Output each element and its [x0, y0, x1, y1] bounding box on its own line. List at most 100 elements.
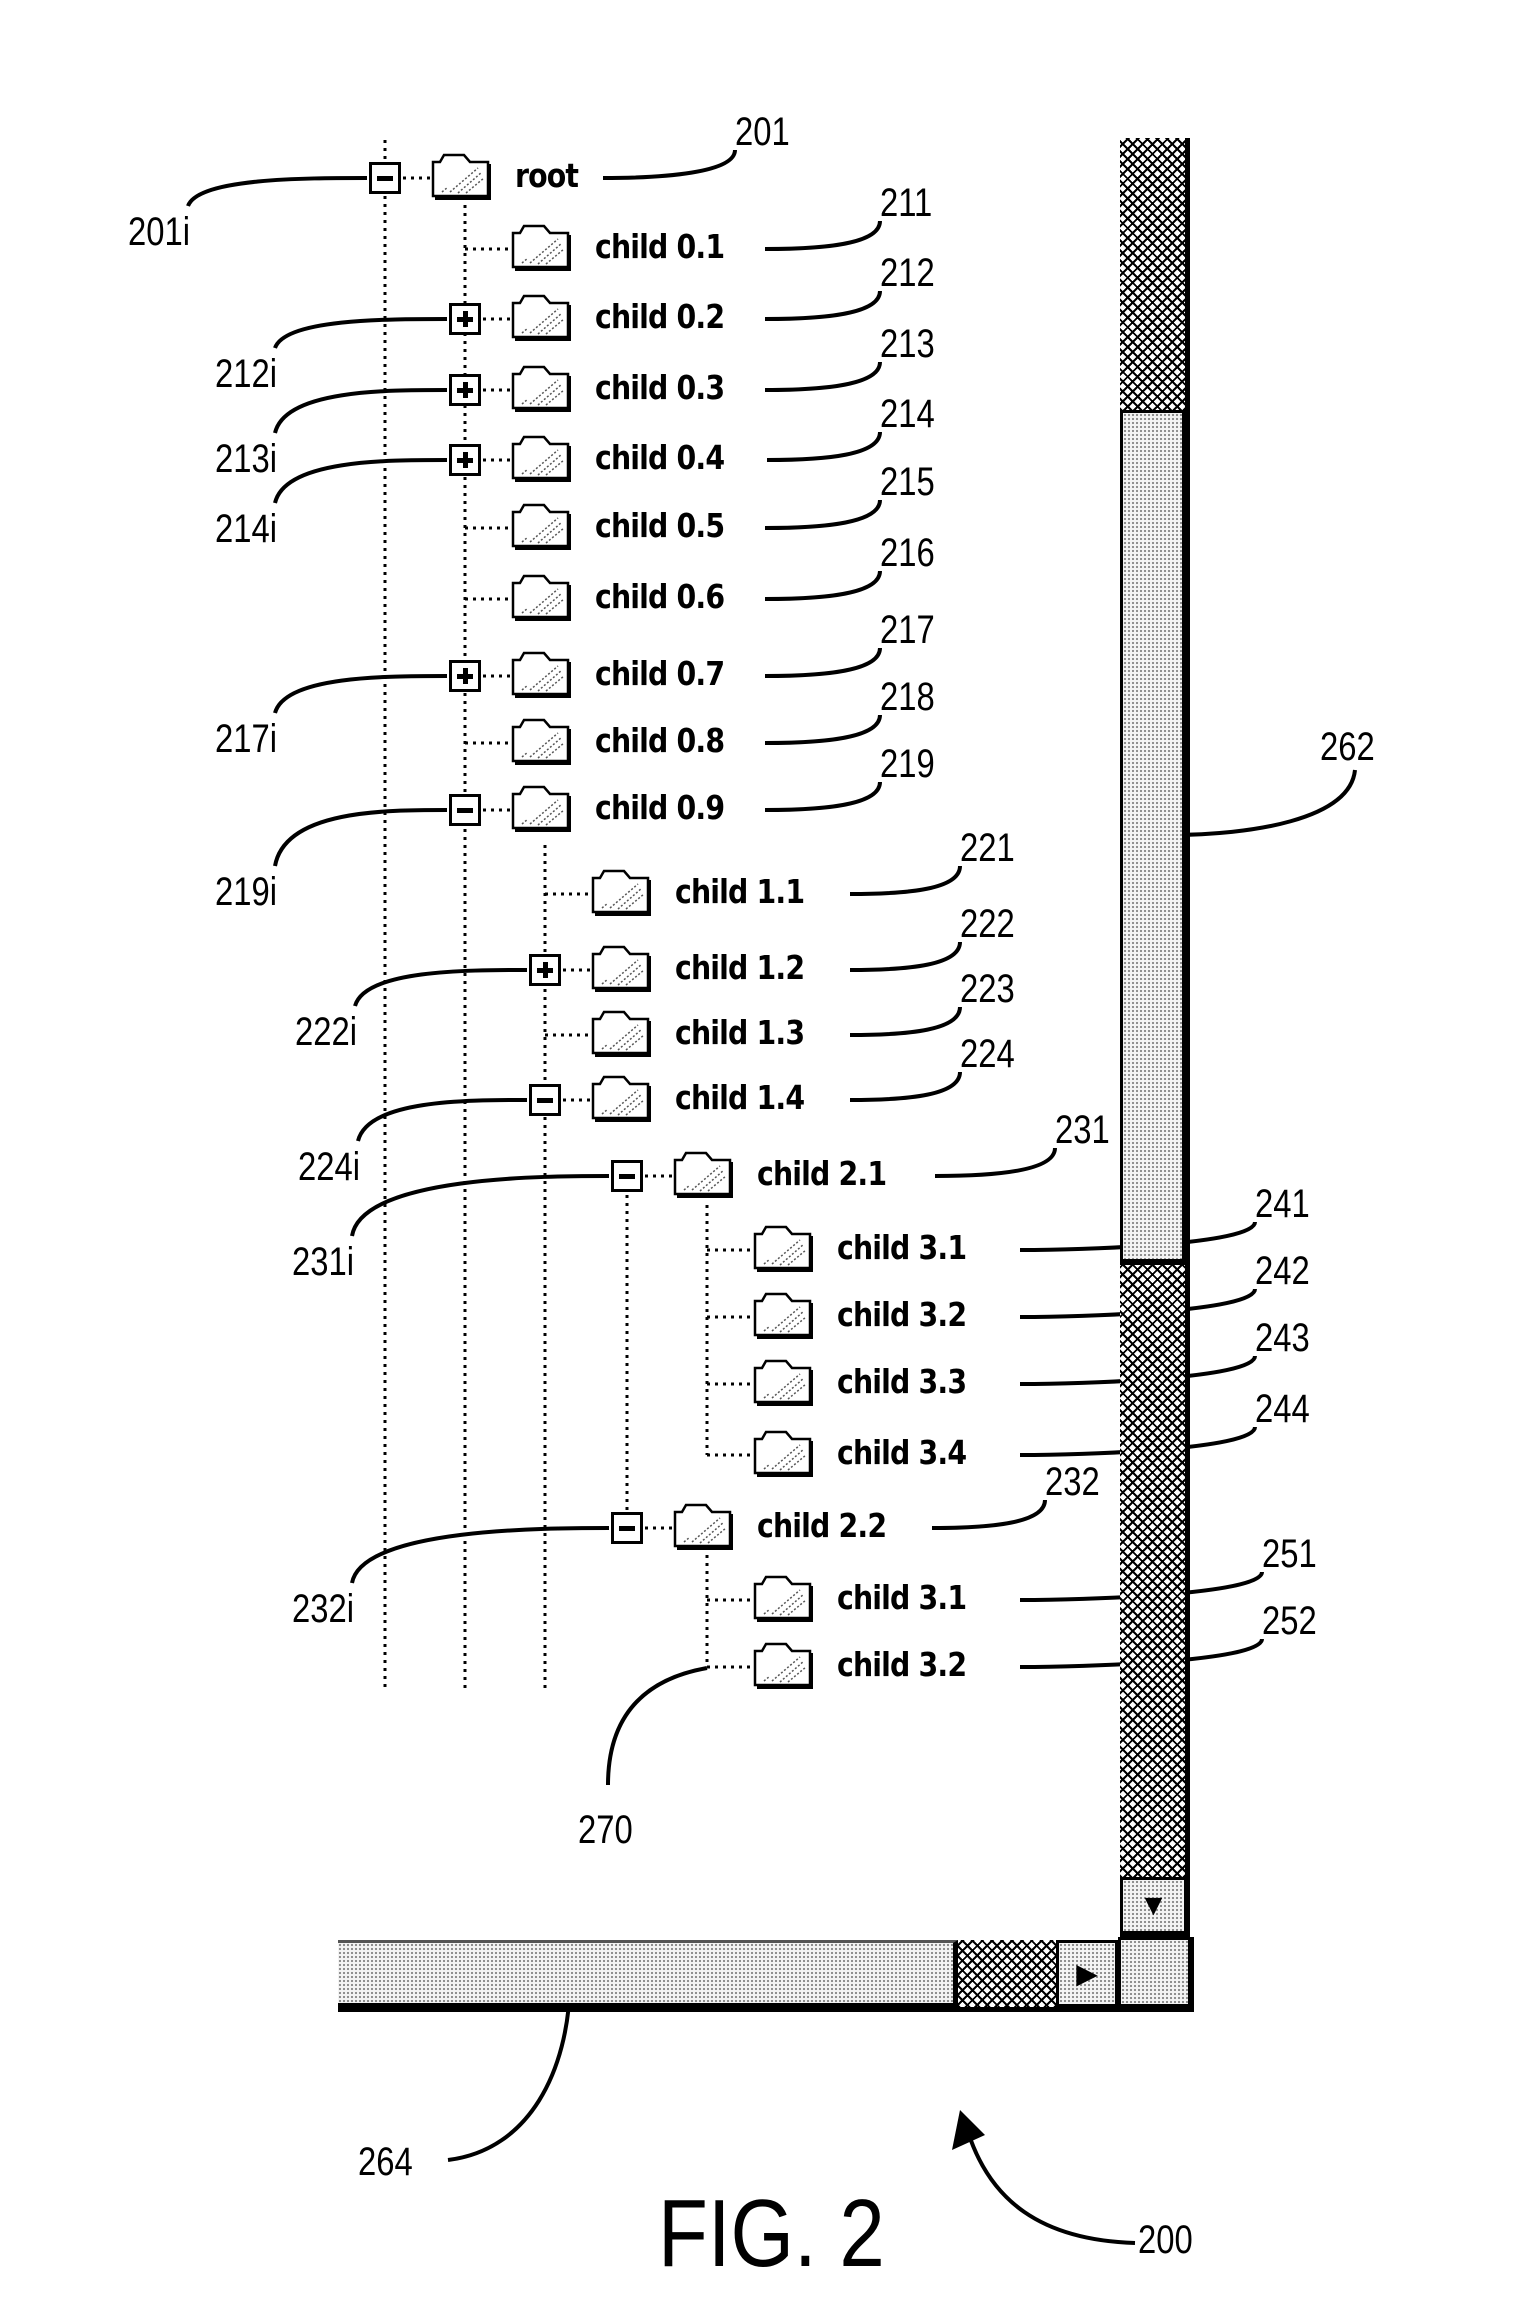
leader-line: [931, 1499, 1047, 1530]
node-label[interactable]: child 1.2: [675, 948, 805, 988]
folder-icon: [590, 944, 652, 994]
scroll-down-button[interactable]: ▼: [1120, 1877, 1190, 1937]
collapse-toggle[interactable]: [611, 1160, 643, 1192]
toggle-reference: 214i: [215, 507, 278, 551]
toggle-leader-line: [356, 1098, 528, 1142]
node-reference: 232: [1045, 1460, 1100, 1504]
node-reference: 216: [880, 531, 935, 575]
collapse-toggle[interactable]: [529, 1084, 561, 1116]
connector-leader-line: [606, 1666, 708, 1786]
node-label[interactable]: child 0.5: [595, 506, 725, 546]
leader-line: [764, 714, 882, 745]
toggle-reference: 231i: [292, 1240, 355, 1284]
node-label[interactable]: child 3.4: [837, 1433, 967, 1473]
toggle-reference: 219i: [215, 870, 278, 914]
toggle-leader-line: [273, 808, 448, 867]
collapse-toggle[interactable]: [369, 162, 401, 194]
expand-toggle[interactable]: [449, 303, 481, 335]
vertical-scroll-track-top[interactable]: [1120, 138, 1190, 410]
toggle-reference: 217i: [215, 717, 278, 761]
vertical-scrollbar-leader-line: [1169, 769, 1357, 837]
folder-icon: [752, 1574, 814, 1624]
node-label[interactable]: child 1.1: [675, 872, 805, 912]
vertical-scrollbar-reference: 262: [1320, 725, 1375, 769]
folder-icon: [752, 1358, 814, 1408]
node-label[interactable]: child 1.4: [675, 1078, 805, 1118]
expand-toggle[interactable]: [529, 954, 561, 986]
node-label[interactable]: child 0.6: [595, 577, 725, 617]
folder-icon: [510, 434, 572, 484]
folder-icon: [510, 293, 572, 343]
folder-icon: [510, 223, 572, 273]
scroll-right-button[interactable]: ▶: [1056, 1940, 1118, 2012]
node-reference: 224: [960, 1032, 1015, 1076]
node-label[interactable]: child 0.9: [595, 788, 725, 828]
folder-icon: [590, 1074, 652, 1124]
folder-icon: [430, 152, 492, 202]
folder-icon: [752, 1224, 814, 1274]
vertical-scroll-thumb[interactable]: [1120, 410, 1190, 1265]
toggle-reference: 201i: [128, 210, 191, 254]
toggle-leader-line: [273, 458, 448, 504]
minus-icon: [457, 808, 473, 813]
leader-line: [849, 1006, 962, 1037]
node-reference: 219: [880, 742, 935, 786]
folder-icon: [510, 502, 572, 552]
node-label[interactable]: child 2.1: [757, 1154, 887, 1194]
folder-icon: [510, 784, 572, 834]
node-reference: 213: [880, 322, 935, 366]
horizontal-scroll-thumb[interactable]: [338, 1940, 958, 2012]
folder-icon: [510, 717, 572, 767]
folder-icon: [590, 868, 652, 918]
expand-toggle[interactable]: [449, 660, 481, 692]
node-reference: 222: [960, 902, 1015, 946]
node-reference: 243: [1255, 1316, 1310, 1360]
scrollbar-corner-grip: [1118, 1937, 1194, 2012]
toggle-leader-line: [186, 176, 368, 207]
toggle-reference: 224i: [298, 1145, 361, 1189]
horizontal-scrollbar-reference: 264: [358, 2140, 413, 2184]
toggle-reference: 212i: [215, 352, 278, 396]
node-label[interactable]: child 0.4: [595, 438, 725, 478]
plus-icon-vertical: [463, 668, 468, 684]
node-label[interactable]: child 3.1: [837, 1228, 967, 1268]
node-reference: 244: [1255, 1387, 1310, 1431]
plus-icon-vertical: [463, 382, 468, 398]
node-label[interactable]: child 0.2: [595, 297, 725, 337]
figure-reference: 200: [1138, 2218, 1193, 2262]
toggle-leader-line: [273, 388, 448, 434]
vertical-scroll-track-bottom[interactable]: [1120, 1265, 1190, 1877]
node-reference: 231: [1055, 1108, 1110, 1152]
connector-reference: 270: [578, 1808, 633, 1852]
node-label[interactable]: child 0.3: [595, 368, 725, 408]
leader-line: [602, 149, 737, 180]
expand-toggle[interactable]: [449, 444, 481, 476]
node-label[interactable]: child 3.2: [837, 1645, 967, 1685]
horizontal-scroll-track[interactable]: [958, 1940, 1056, 2012]
collapse-toggle[interactable]: [449, 794, 481, 826]
figure-title: FIG. 2: [658, 2180, 885, 2287]
leader-line: [764, 647, 882, 678]
leader-line: [764, 499, 882, 530]
expand-toggle[interactable]: [449, 374, 481, 406]
node-label[interactable]: child 1.3: [675, 1013, 805, 1053]
node-reference: 241: [1255, 1182, 1310, 1226]
toggle-leader-line: [353, 968, 528, 1007]
node-label[interactable]: child 0.7: [595, 654, 725, 694]
node-label[interactable]: child 2.2: [757, 1506, 887, 1546]
node-reference: 211: [880, 181, 933, 225]
toggle-leader-line: [273, 674, 448, 714]
figure-leader-line: [966, 2131, 1136, 2245]
minus-icon: [537, 1098, 553, 1103]
node-reference: 252: [1262, 1599, 1317, 1643]
node-label[interactable]: child 0.8: [595, 721, 725, 761]
node-reference: 242: [1255, 1249, 1310, 1293]
node-label[interactable]: child 3.1: [837, 1578, 967, 1618]
collapse-toggle[interactable]: [611, 1512, 643, 1544]
toggle-leader-line: [273, 317, 448, 349]
node-label[interactable]: child 3.3: [837, 1362, 967, 1402]
node-label[interactable]: child 0.1: [595, 227, 725, 267]
node-label[interactable]: root: [515, 156, 579, 196]
node-label[interactable]: child 3.2: [837, 1295, 967, 1335]
folder-icon: [752, 1429, 814, 1479]
